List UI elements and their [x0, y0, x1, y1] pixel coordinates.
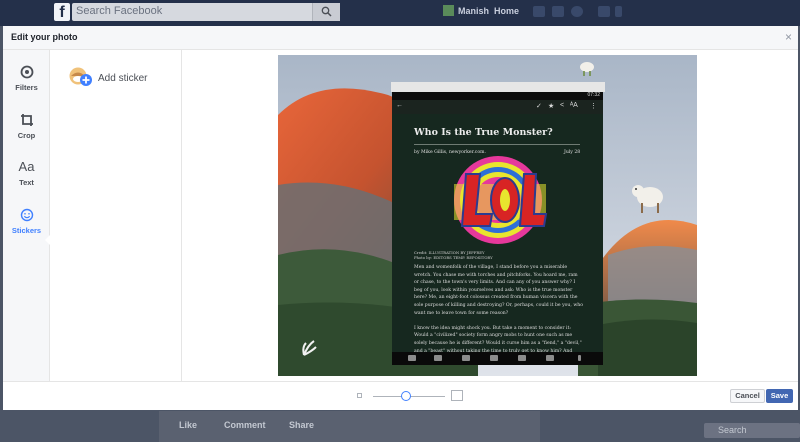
tool-rail: Filters Crop Aa Text Stickers: [3, 50, 51, 381]
zoom-in-icon[interactable]: [451, 390, 463, 401]
save-button[interactable]: Save: [766, 389, 793, 403]
search-input[interactable]: Search Facebook: [76, 5, 162, 17]
like-button[interactable]: Like: [179, 420, 197, 430]
status-time: 07:32: [587, 92, 600, 98]
user-avatar[interactable]: [443, 5, 454, 16]
article-body: Men and womenfolk of the village, I stan…: [414, 265, 583, 365]
filters-icon: [3, 63, 50, 81]
smiley-icon: [3, 206, 50, 224]
lol-sticker[interactable]: [450, 154, 550, 246]
friend-requests-icon[interactable]: [533, 6, 545, 17]
overflow-menu-icon[interactable]: ⋮: [590, 102, 597, 110]
home-link[interactable]: Home: [494, 6, 519, 16]
sticker-panel: Add sticker: [50, 50, 182, 381]
share-button[interactable]: Share: [289, 420, 314, 430]
search-icon[interactable]: [312, 3, 340, 21]
tool-label: Stickers: [11, 226, 42, 235]
post-actions: [159, 411, 540, 442]
notifications-icon[interactable]: [571, 6, 583, 17]
tool-label: Filters: [15, 83, 38, 92]
reader-app-bar: ← ✓ ★ < ᴬA ⋮: [392, 100, 603, 114]
check-icon[interactable]: ✓: [536, 102, 542, 110]
volume-down-icon[interactable]: [408, 355, 416, 361]
facebook-search[interactable]: Search Facebook: [72, 3, 340, 21]
phone-screen: 07:32 ← ✓ ★ < ᴬA ⋮ Who Is the True Monst…: [392, 92, 603, 365]
article-divider: [414, 144, 580, 145]
status-bar: 07:32: [392, 92, 603, 100]
article-date: July 28: [564, 150, 581, 155]
facebook-top-bar: f Search Facebook Manish Home: [0, 0, 800, 26]
edited-photo[interactable]: 07:32 ← ✓ ★ < ᴬA ⋮ Who Is the True Monst…: [278, 55, 697, 376]
zoom-slider-handle[interactable]: [401, 391, 411, 401]
phone-screenshot-sticker[interactable]: 07:32 ← ✓ ★ < ᴬA ⋮ Who Is the True Monst…: [391, 82, 605, 365]
tool-crop[interactable]: Crop: [3, 111, 50, 155]
tool-label: Text: [19, 178, 34, 187]
dialog-title: Edit your photo: [11, 32, 78, 42]
profile-link[interactable]: Manish: [458, 6, 489, 16]
tool-text[interactable]: Aa Text: [3, 158, 50, 202]
article-photo-credit: Credit: ILLUSTRATION BY JEFFREY Photo by…: [414, 250, 493, 260]
dialog-header: Edit your photo ×: [3, 26, 798, 50]
font-size-icon[interactable]: ᴬA: [570, 102, 578, 109]
crop-icon: [3, 111, 50, 129]
back-icon[interactable]: [434, 355, 442, 361]
text-icon: Aa: [18, 159, 35, 174]
add-sticker-button[interactable]: [68, 66, 94, 93]
tool-stickers[interactable]: Stickers: [3, 206, 50, 250]
tool-label: Crop: [17, 131, 36, 140]
zoom-out-icon[interactable]: [357, 393, 362, 398]
share-icon[interactable]: <: [560, 102, 564, 109]
dialog-footer: Cancel Save: [3, 381, 798, 410]
close-icon[interactable]: ×: [785, 30, 792, 44]
sidebar-search-label: Search: [718, 425, 747, 435]
menu-icon[interactable]: [578, 355, 581, 361]
star-icon[interactable]: ★: [548, 102, 554, 110]
sidebar-search[interactable]: Search: [704, 423, 800, 438]
add-sticker-label[interactable]: Add sticker: [98, 73, 147, 84]
volume-up-icon[interactable]: [546, 355, 554, 361]
home-icon[interactable]: [462, 355, 470, 361]
screenshot-icon[interactable]: [518, 355, 526, 361]
recents-icon[interactable]: [490, 355, 498, 361]
settings-icon[interactable]: [598, 6, 610, 17]
back-arrow-icon[interactable]: ←: [396, 102, 403, 109]
article-title: Who Is the True Monster?: [414, 127, 553, 138]
cancel-button[interactable]: Cancel: [730, 389, 765, 403]
tool-filters[interactable]: Filters: [3, 63, 50, 107]
android-nav-bar: [392, 352, 603, 365]
comment-button[interactable]: Comment: [224, 420, 266, 430]
add-sticker-icon: [69, 67, 92, 86]
facebook-logo[interactable]: f: [54, 3, 70, 21]
chevron-down-icon[interactable]: [615, 6, 622, 17]
messages-icon[interactable]: [552, 6, 564, 17]
phone-frame-top: [391, 82, 605, 92]
